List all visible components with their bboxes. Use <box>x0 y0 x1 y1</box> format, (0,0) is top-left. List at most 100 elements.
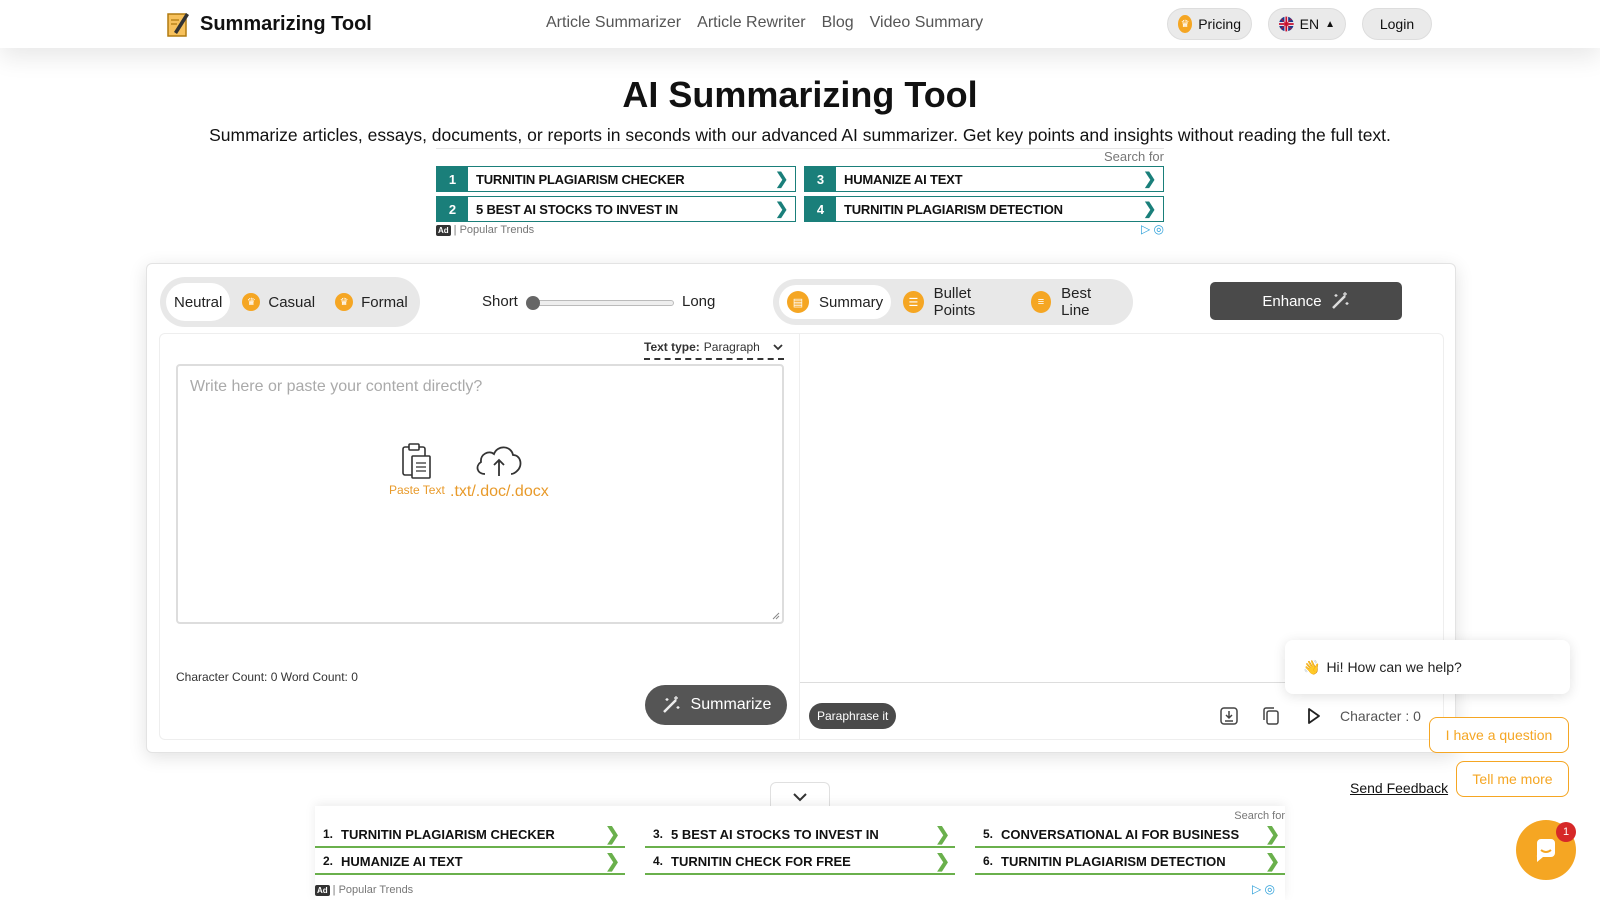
chevron-down-icon <box>793 792 807 801</box>
ad-item[interactable]: 2. HUMANIZE AI TEXT ❯ <box>315 849 625 875</box>
pricing-button[interactable]: ♛ Pricing <box>1167 8 1252 40</box>
ad-badge: Ad <box>315 884 330 896</box>
ad-item-label: 5 BEST AI STOCKS TO INVEST IN <box>476 201 678 217</box>
adchoices-icon[interactable]: ▷ ◎ <box>1252 882 1275 896</box>
crown-icon: ♛ <box>242 293 261 311</box>
chat-greeting[interactable]: 👋 Hi! How can we help? <box>1285 640 1570 694</box>
ad-footer: Ad | Popular Trends <box>436 224 534 236</box>
ad-search-for: Search for <box>1104 149 1164 164</box>
chat-question-button[interactable]: I have a question <box>1429 717 1569 753</box>
mode-selector: ▤ Summary ☰ Bullet Points ≡ Best Line <box>773 279 1133 325</box>
ad-item-number: 4. <box>653 854 664 868</box>
chat-greeting-text: Hi! How can we help? <box>1326 659 1462 675</box>
crown-icon: ♛ <box>1178 15 1193 33</box>
ad-item[interactable]: 4. TURNITIN CHECK FOR FREE ❯ <box>645 849 955 875</box>
tone-label: Casual <box>268 293 316 311</box>
ad-footer-text: | Popular Trends <box>332 884 414 896</box>
waving-hand-icon: 👋 <box>1303 658 1321 675</box>
upload-file-button[interactable]: .txt/.doc/.docx <box>450 442 549 501</box>
nav-article-rewriter[interactable]: Article Rewriter <box>697 14 805 32</box>
chevron-right-icon: ❯ <box>1265 823 1281 844</box>
summarizer-tool: Neutral ♛ Casual ♛ Formal Short Long ▤ S… <box>146 263 1456 753</box>
length-slider[interactable] <box>526 296 674 310</box>
ad-item[interactable]: 3 HUMANIZE AI TEXT ❯ <box>804 166 1164 192</box>
ad-item-label: HUMANIZE AI TEXT <box>341 853 463 869</box>
list-icon: ☰ <box>903 291 924 313</box>
resize-handle-icon[interactable] <box>772 612 780 620</box>
ad-item-number: 6. <box>983 854 994 868</box>
logo-text: Summarizing Tool <box>200 12 372 35</box>
mode-label: Bullet Points <box>933 285 976 319</box>
enhance-button[interactable]: Enhance <box>1210 282 1402 320</box>
summarize-label: Summarize <box>690 696 772 713</box>
ad-item-number: 4 <box>805 197 836 221</box>
cloud-upload-icon <box>476 446 522 476</box>
tone-casual[interactable]: ♛ Casual <box>234 283 323 321</box>
ad-item[interactable]: 3. 5 BEST AI STOCKS TO INVEST IN ❯ <box>645 822 955 848</box>
pricing-label: Pricing <box>1198 16 1241 32</box>
nav-article-summarizer[interactable]: Article Summarizer <box>546 14 681 32</box>
count-summary: Character Count: 0 Word Count: 0 <box>176 670 358 684</box>
ad-item[interactable]: 4 TURNITIN PLAGIARISM DETECTION ❯ <box>804 196 1164 222</box>
ad-footer: Ad | Popular Trends <box>315 884 413 896</box>
chat-notification-badge: 1 <box>1556 822 1576 842</box>
nav-blog[interactable]: Blog <box>822 14 854 32</box>
mode-best-line[interactable]: ≡ Best Line <box>1023 285 1127 319</box>
ad-search-for: Search for <box>1234 810 1285 822</box>
language-selector[interactable]: EN ▲ <box>1268 8 1346 40</box>
ad-item[interactable]: 1. TURNITIN PLAGIARISM CHECKER ❯ <box>315 822 625 848</box>
download-icon[interactable] <box>1218 705 1240 727</box>
ad-item-label: TURNITIN PLAGIARISM CHECKER <box>341 826 555 842</box>
text-type-label: Text type: <box>644 340 700 354</box>
ad-item[interactable]: 5. CONVERSATIONAL AI FOR BUSINESS ❯ <box>975 822 1285 848</box>
ad-item-number: 3. <box>653 827 664 841</box>
length-slider-thumb[interactable] <box>526 296 540 310</box>
ad-item-number: 2. <box>323 854 334 868</box>
ad-item-label: 5 BEST AI STOCKS TO INVEST IN <box>671 826 879 842</box>
mode-summary[interactable]: ▤ Summary <box>779 285 892 319</box>
mode-label: Summary <box>819 293 884 311</box>
ad-item-label: TURNITIN PLAGIARISM CHECKER <box>476 171 685 187</box>
ad-item-number: 1. <box>323 827 334 841</box>
mode-bullet-points[interactable]: ☰ Bullet Points <box>895 285 1019 319</box>
ad-item-label: CONVERSATIONAL AI FOR BUSINESS <box>1001 826 1240 842</box>
copy-icon[interactable] <box>1260 705 1282 727</box>
ad-item-number: 2 <box>437 197 468 221</box>
tone-label: Formal <box>361 293 408 311</box>
send-feedback-link[interactable]: Send Feedback <box>1350 780 1448 796</box>
paraphrase-button[interactable]: Paraphrase it <box>809 703 897 729</box>
login-button[interactable]: Login <box>1362 8 1432 40</box>
play-icon[interactable] <box>1302 705 1324 727</box>
paste-text-button[interactable]: Paste Text <box>389 442 445 497</box>
chevron-right-icon: ❯ <box>1143 171 1157 188</box>
tone-neutral[interactable]: Neutral <box>166 283 231 321</box>
tone-formal[interactable]: ♛ Formal <box>327 283 416 321</box>
ad-item-label: TURNITIN PLAGIARISM DETECTION <box>1001 853 1226 869</box>
text-type-value: Paragraph <box>703 340 760 354</box>
chevron-right-icon: ❯ <box>775 171 789 188</box>
page-subtitle: Summarize articles, essays, documents, o… <box>209 125 1391 145</box>
chevron-right-icon: ❯ <box>605 850 621 871</box>
logo[interactable]: Summarizing Tool <box>166 10 372 38</box>
chevron-right-icon: ❯ <box>775 201 789 218</box>
ad-item-number: 1 <box>437 167 468 191</box>
summarize-button[interactable]: Summarize <box>645 685 787 725</box>
ad-item-label: TURNITIN PLAGIARISM DETECTION <box>844 201 1063 217</box>
chat-tell-more-button[interactable]: Tell me more <box>1456 761 1569 797</box>
ad-item[interactable]: 2 5 BEST AI STOCKS TO INVEST IN ❯ <box>436 196 796 222</box>
content-textarea[interactable]: Write here or paste your content directl… <box>176 364 784 624</box>
text-type-selector[interactable]: Text type: Paragraph <box>644 340 784 360</box>
input-pane: Text type: Paragraph Write here or paste… <box>159 333 799 740</box>
site-header: Summarizing Tool Article Summarizer Arti… <box>0 0 1600 48</box>
adchoices-icon[interactable]: ▷ ◎ <box>1141 222 1164 236</box>
magic-wand-icon <box>662 696 680 713</box>
ad-item[interactable]: 6. TURNITIN PLAGIARISM DETECTION ❯ <box>975 849 1285 875</box>
nav-video-summary[interactable]: Video Summary <box>870 14 984 32</box>
tone-label: Neutral <box>174 293 223 311</box>
clipboard-icon <box>402 443 431 479</box>
ad-bottom: Search for 1. TURNITIN PLAGIARISM CHECKE… <box>315 806 1285 900</box>
chevron-right-icon: ❯ <box>935 823 951 844</box>
length-long-label: Long <box>682 293 716 310</box>
ad-item[interactable]: 1 TURNITIN PLAGIARISM CHECKER ❯ <box>436 166 796 192</box>
ad-footer-text: | Popular Trends <box>453 224 535 236</box>
